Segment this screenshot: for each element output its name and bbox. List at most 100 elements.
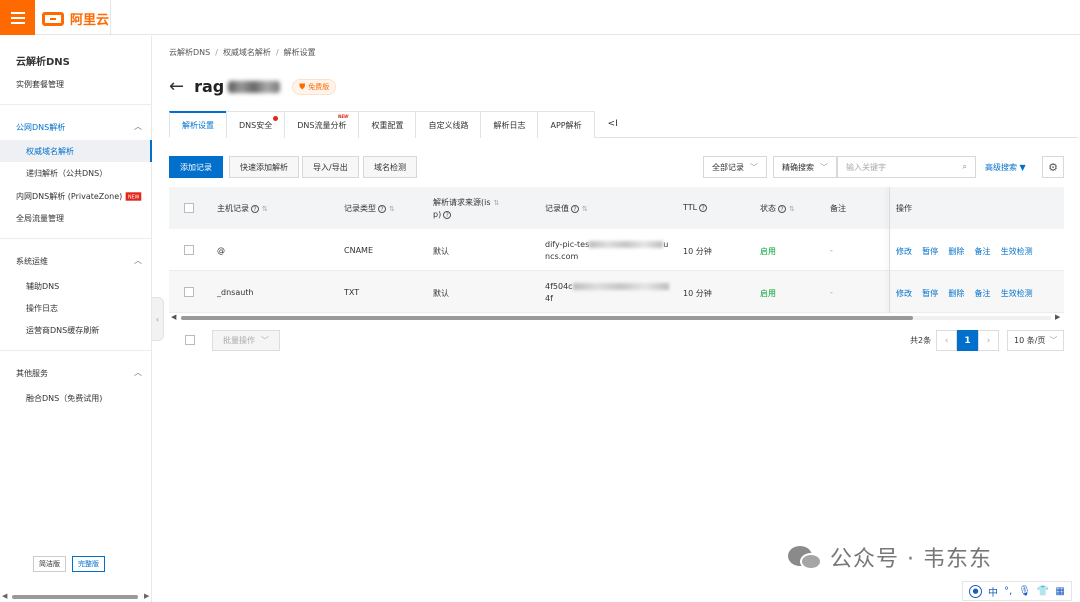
row-checkbox[interactable] bbox=[184, 287, 194, 297]
divider bbox=[0, 238, 152, 239]
verify-link[interactable]: 生效检测 bbox=[1001, 289, 1033, 298]
tab-scroll-button[interactable]: <I bbox=[594, 111, 632, 137]
scroll-thumb[interactable] bbox=[181, 316, 913, 320]
skin-icon[interactable]: 👕 bbox=[1037, 586, 1049, 597]
sidebar-item-fusion-dns[interactable]: 融合DNS（免费试用) bbox=[26, 393, 102, 404]
sidebar-group-ops[interactable]: 系统运维 bbox=[16, 256, 48, 267]
scroll-right-icon[interactable]: ▶ bbox=[144, 592, 149, 600]
pause-link[interactable]: 暂停 bbox=[922, 289, 938, 298]
sidebar-group-other[interactable]: 其他服务 bbox=[16, 368, 48, 379]
ime-punctuation[interactable]: °, bbox=[1004, 586, 1012, 597]
sidebar-item-authoritative[interactable]: 权威域名解析 bbox=[26, 146, 74, 157]
sidebar-item-oplog[interactable]: 操作日志 bbox=[26, 303, 58, 314]
help-icon[interactable]: ? bbox=[378, 205, 386, 213]
search-icon[interactable]: ⌕ bbox=[963, 162, 967, 172]
tab-dns-settings[interactable]: 解析设置 bbox=[169, 111, 227, 138]
back-arrow-icon[interactable]: ← bbox=[169, 76, 184, 97]
help-icon[interactable]: ? bbox=[778, 205, 786, 213]
note-link[interactable]: 备注 bbox=[975, 247, 991, 256]
sort-icon[interactable]: ⇅ bbox=[582, 205, 588, 213]
batch-operation-button[interactable]: 批量操作 ﹀ bbox=[212, 330, 280, 351]
scroll-thumb[interactable] bbox=[12, 595, 138, 599]
sidebar-scrollbar[interactable]: ◀ ▶ bbox=[0, 592, 152, 602]
tab-dns-security[interactable]: DNS安全 bbox=[226, 111, 286, 138]
help-icon[interactable]: ? bbox=[699, 204, 708, 212]
tab-app-dns[interactable]: APP解析 bbox=[537, 111, 595, 138]
add-record-button[interactable]: 添加记录 bbox=[169, 156, 223, 178]
note-link[interactable]: 备注 bbox=[975, 289, 991, 298]
sidebar-group-public-dns[interactable]: 公网DNS解析 bbox=[16, 122, 65, 133]
search-input[interactable]: 输入关键字 ⌕ bbox=[837, 156, 976, 178]
divider bbox=[0, 350, 152, 351]
next-page-button[interactable]: › bbox=[978, 330, 999, 351]
chevron-up-icon[interactable]: ︿ bbox=[134, 367, 142, 378]
sidebar-item-recursive[interactable]: 递归解析（公共DNS） bbox=[26, 168, 107, 179]
simple-version-button[interactable]: 简洁版 bbox=[33, 556, 66, 572]
breadcrumb-item[interactable]: 云解析DNS bbox=[169, 48, 210, 57]
verify-link[interactable]: 生效检测 bbox=[1001, 247, 1033, 256]
select-all-checkbox[interactable] bbox=[184, 203, 194, 213]
import-export-button[interactable]: 导入/导出 bbox=[302, 156, 359, 178]
column-label: is bbox=[484, 198, 491, 207]
table-scrollbar[interactable]: ◀ ▶ bbox=[169, 313, 1064, 323]
quick-add-button[interactable]: 快速添加解析 bbox=[229, 156, 299, 178]
pause-link[interactable]: 暂停 bbox=[922, 247, 938, 256]
scroll-left-icon[interactable]: ◀ bbox=[2, 592, 7, 600]
scroll-right-icon[interactable]: ▶ bbox=[1055, 313, 1060, 321]
search-mode-select[interactable]: 精确搜索 ﹀ bbox=[773, 156, 837, 178]
microphone-icon[interactable]: 🎙 bbox=[1018, 586, 1031, 597]
page-button[interactable]: 1 bbox=[957, 330, 978, 351]
ime-language[interactable]: 中 bbox=[988, 584, 998, 599]
scroll-left-icon[interactable]: ◀ bbox=[171, 313, 176, 321]
aliyun-logo[interactable]: 阿里云 bbox=[42, 9, 109, 28]
value-text: 4f bbox=[545, 294, 553, 303]
breadcrumb-item[interactable]: 权威域名解析 bbox=[223, 48, 271, 57]
column-ttl[interactable]: TTL? bbox=[683, 203, 708, 212]
column-value[interactable]: 记录值? ⇅ bbox=[545, 203, 588, 214]
plan-badge-label: 免费版 bbox=[308, 82, 330, 91]
sort-icon[interactable]: ⇅ bbox=[789, 205, 795, 213]
full-version-button[interactable]: 完整版 bbox=[72, 556, 105, 572]
page-size-value[interactable]: 10 条/页 ﹀ bbox=[1007, 330, 1065, 351]
page-size-select[interactable]: 10 条/页 ﹀ bbox=[1007, 330, 1065, 351]
select-all-checkbox[interactable] bbox=[185, 335, 195, 345]
tab-dns-traffic[interactable]: DNS流量分析 NEW bbox=[284, 111, 360, 138]
row-checkbox[interactable] bbox=[184, 245, 194, 255]
sort-icon[interactable]: ⇅ bbox=[389, 205, 395, 213]
chevron-up-icon[interactable]: ︿ bbox=[134, 255, 142, 266]
gear-icon[interactable]: ⚙ bbox=[1042, 156, 1064, 178]
delete-link[interactable]: 删除 bbox=[948, 247, 964, 256]
help-icon[interactable]: ? bbox=[571, 205, 579, 213]
ime-logo-icon[interactable]: ● bbox=[969, 584, 982, 598]
column-source[interactable]: 解析请求来源(is ⇅ p)? bbox=[433, 197, 499, 221]
help-icon[interactable]: ? bbox=[251, 205, 259, 213]
sidebar-collapse-handle[interactable]: ‹ bbox=[152, 297, 164, 341]
advanced-search-link[interactable]: 高级搜索 ▼ bbox=[985, 162, 1026, 173]
prev-page-button[interactable]: ‹ bbox=[936, 330, 957, 351]
domain-check-button[interactable]: 域名检测 bbox=[363, 156, 417, 178]
delete-link[interactable]: 删除 bbox=[948, 289, 964, 298]
sidebar-item-instance[interactable]: 实例套餐管理 bbox=[16, 79, 64, 90]
sort-icon[interactable]: ⇅ bbox=[262, 205, 268, 213]
tab-weight[interactable]: 权重配置 bbox=[358, 111, 417, 138]
sidebar-item-traffic[interactable]: 全局流量管理 bbox=[16, 213, 64, 224]
help-icon[interactable]: ? bbox=[443, 211, 452, 219]
grid-icon[interactable]: ▦ bbox=[1055, 586, 1064, 597]
column-host[interactable]: 主机记录? ⇅ bbox=[217, 203, 268, 214]
record-filter-select[interactable]: 全部记录 ﹀ bbox=[703, 156, 767, 178]
column-type[interactable]: 记录类型? ⇅ bbox=[344, 203, 395, 214]
column-status[interactable]: 状态? ⇅ bbox=[760, 203, 795, 214]
edit-link[interactable]: 修改 bbox=[896, 247, 912, 256]
value-text: u bbox=[663, 240, 669, 249]
edit-link[interactable]: 修改 bbox=[896, 289, 912, 298]
sidebar-item-cache-refresh[interactable]: 运营商DNS缓存刷新 bbox=[26, 325, 99, 336]
tab-custom-line[interactable]: 自定义线路 bbox=[415, 111, 482, 138]
tab-dns-log[interactable]: 解析日志 bbox=[480, 111, 539, 138]
menu-icon[interactable] bbox=[0, 0, 35, 35]
plan-badge: ⛊ 免费版 bbox=[292, 78, 337, 95]
sidebar-item-assist-dns[interactable]: 辅助DNS bbox=[26, 281, 59, 292]
watermark-text: 公众号 · 韦东东 bbox=[830, 547, 992, 572]
sort-icon[interactable]: ⇅ bbox=[494, 199, 500, 207]
chevron-up-icon[interactable]: ︿ bbox=[134, 121, 142, 132]
sidebar-item-privatezone[interactable]: 内网DNS解析 (PrivateZone) NEW bbox=[16, 191, 143, 202]
